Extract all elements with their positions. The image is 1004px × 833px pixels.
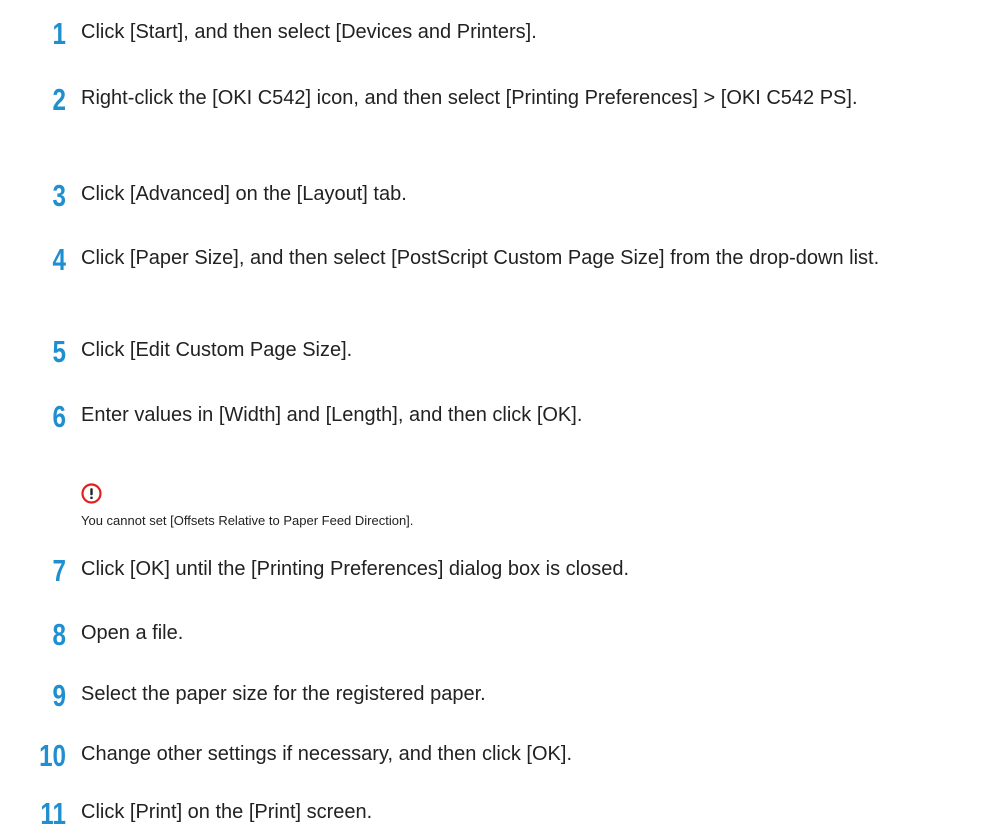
step-text: Change other settings if necessary, and … [81, 743, 572, 765]
step-number: 9 [52, 678, 66, 713]
step-number: 10 [39, 738, 66, 773]
step-text: Click [Start], and then select [Devices … [81, 21, 537, 43]
caution-note-text: You cannot set [Offsets Relative to Pape… [81, 513, 414, 528]
step-number: 3 [52, 178, 66, 213]
step-text: Click [Edit Custom Page Size]. [81, 339, 353, 361]
step-text: Open a file. [81, 622, 184, 644]
step-text: Click [OK] until the [Printing Preferenc… [81, 558, 630, 580]
step-number: 8 [52, 617, 66, 652]
step-number: 2 [52, 82, 66, 117]
step-number: 4 [52, 242, 66, 277]
step-number: 6 [52, 399, 66, 434]
step-number: 11 [40, 796, 66, 831]
caution-icon [81, 483, 102, 504]
step-text: Click [Print] on the [Print] screen. [81, 801, 373, 823]
step-text: Enter values in [Width] and [Length], an… [81, 404, 583, 426]
step-text: Select the paper size for the registered… [81, 683, 486, 705]
step-text: Click [Advanced] on the [Layout] tab. [81, 183, 407, 205]
step-text: Click [Paper Size], and then select [Pos… [81, 247, 880, 269]
step-text: Right-click the [OKI C542] icon, and the… [81, 87, 858, 109]
step-number: 7 [52, 553, 66, 588]
step-number: 5 [52, 334, 66, 369]
step-number: 1 [52, 16, 66, 51]
